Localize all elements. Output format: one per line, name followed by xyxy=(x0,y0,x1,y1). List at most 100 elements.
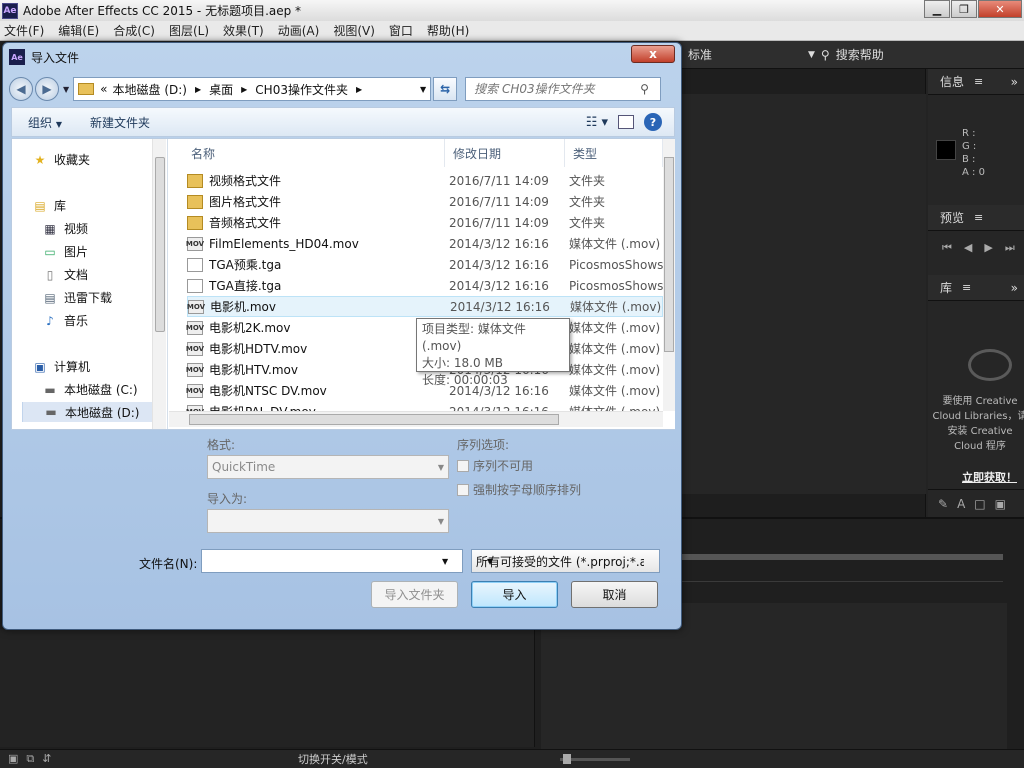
expand-icon[interactable]: » xyxy=(1011,75,1018,89)
preview-pane-icon[interactable] xyxy=(618,115,634,129)
keyframe-icon[interactable]: ⇵ xyxy=(42,752,51,766)
search-input[interactable] xyxy=(474,82,641,96)
next-frame-icon[interactable]: ⏭ xyxy=(1005,241,1015,255)
chevron-right-icon[interactable]: ▶ xyxy=(195,85,201,94)
file-row[interactable]: MOV FilmElements_HD04.mov 2014/3/12 16:16 媒… xyxy=(186,233,663,254)
checkbox-box[interactable] xyxy=(457,483,469,496)
preview-panel-header[interactable]: 预览 ≡ xyxy=(928,205,1024,231)
file-list-hscroll-thumb[interactable] xyxy=(189,414,559,425)
dialog-titlebar[interactable]: Ae 导入文件 x xyxy=(3,43,681,71)
search-icon[interactable]: ⚲ xyxy=(821,48,830,62)
chevron-down-icon[interactable]: ▼ xyxy=(420,85,426,94)
stock-icon[interactable]: ▣ xyxy=(995,497,1006,511)
address-bar[interactable]: « 本地磁盘 (D:) ▶ 桌面 ▶ CH03操作文件夹 ▶ ▼ xyxy=(73,77,432,101)
menu-animation[interactable]: 动画(A) xyxy=(278,22,320,39)
zoom-slider[interactable] xyxy=(560,754,630,764)
brush-icon[interactable]: ✎ xyxy=(938,497,948,511)
nav-item-libraries[interactable]: ▤ 库 xyxy=(32,197,66,214)
nav-item-thunder-downloads[interactable]: ▤ 迅雷下载 xyxy=(42,289,112,306)
close-icon[interactable]: x xyxy=(631,45,675,63)
transfer-icon[interactable]: ⧉ xyxy=(26,752,34,766)
refresh-icon[interactable]: ⇆ xyxy=(433,77,458,101)
panel-menu-icon[interactable]: ≡ xyxy=(962,281,971,294)
nav-item-favorites[interactable]: ★ 收藏夹 xyxy=(32,151,90,168)
chevron-right-icon[interactable]: ▶ xyxy=(356,85,362,94)
file-row[interactable]: TGA直接.tga 2014/3/12 16:16 PicosmosShows xyxy=(187,275,663,296)
search-help-field[interactable]: 搜索帮助 xyxy=(836,46,884,63)
workspace-selector[interactable]: 标准 xyxy=(688,46,808,63)
file-row[interactable]: 视频格式文件 2016/7/11 14:09 文件夹 xyxy=(187,170,663,191)
menu-effect[interactable]: 效果(T) xyxy=(223,22,264,39)
checkbox-box[interactable] xyxy=(457,459,469,472)
format-select[interactable]: QuickTime ▼ xyxy=(207,455,449,479)
library-panel-header[interactable]: 库 ≡ » xyxy=(928,275,1024,301)
column-header-date[interactable]: 修改日期 xyxy=(445,139,565,167)
nav-item-videos[interactable]: ▦ 视频 xyxy=(42,220,88,237)
nav-scroll-thumb[interactable] xyxy=(155,157,165,332)
chevron-right-icon[interactable]: ▶ xyxy=(241,85,247,94)
address-segment-desktop[interactable]: 桌面 xyxy=(209,81,233,98)
menu-help[interactable]: 帮助(H) xyxy=(427,22,469,39)
chevron-down-icon[interactable]: ▼ xyxy=(442,557,448,566)
file-row[interactable]: MOV 电影机.mov 2014/3/12 16:16 媒体文件 (.mov) xyxy=(187,296,663,317)
time-ruler[interactable] xyxy=(681,574,1003,582)
forward-icon[interactable]: ▶ xyxy=(35,77,59,101)
menu-composition[interactable]: 合成(C) xyxy=(113,22,155,39)
layer-switch-icon[interactable]: ▣ xyxy=(8,752,18,766)
file-row[interactable]: TGA预乘.tga 2014/3/12 16:16 PicosmosShows xyxy=(187,254,663,275)
nav-scrollbar[interactable] xyxy=(152,139,166,429)
prev-frame-icon[interactable]: ◀ xyxy=(964,241,972,255)
search-icon[interactable]: ⚲ xyxy=(640,82,649,96)
nav-item-music[interactable]: ♪ 音乐 xyxy=(42,312,88,329)
cancel-button[interactable]: 取消 xyxy=(571,581,658,608)
first-frame-icon[interactable]: ⏮ xyxy=(942,241,952,255)
play-icon[interactable]: ▶ xyxy=(984,241,992,255)
view-options-icon[interactable]: ☷ ▾ xyxy=(586,115,608,130)
new-folder-button[interactable]: 新建文件夹 xyxy=(90,114,150,131)
menu-view[interactable]: 视图(V) xyxy=(333,22,375,39)
import-button[interactable]: 导入 xyxy=(471,581,558,608)
nav-item-pictures[interactable]: ▭ 图片 xyxy=(42,243,88,260)
chevron-down-icon[interactable]: ▼ xyxy=(808,50,815,60)
column-header-name[interactable]: 名称 xyxy=(183,139,445,167)
file-row[interactable]: 图片格式文件 2016/7/11 14:09 文件夹 xyxy=(187,191,663,212)
text-icon[interactable]: A xyxy=(957,497,965,511)
timeline-work-area[interactable] xyxy=(681,554,1003,560)
sequence-checkbox[interactable]: 序列不可用 xyxy=(457,457,533,474)
address-segment-folder[interactable]: CH03操作文件夹 xyxy=(255,81,348,98)
address-overflow[interactable]: « xyxy=(100,82,107,96)
file-type-filter[interactable]: 所有可接受的文件 (*.prproj;*.aep) ▼ xyxy=(471,549,660,573)
help-icon[interactable]: ? xyxy=(644,113,662,131)
nav-item-drive-d[interactable]: ▬ 本地磁盘 (D:) xyxy=(22,402,152,422)
expand-icon[interactable]: » xyxy=(1011,281,1018,295)
filename-combobox[interactable]: ▼ xyxy=(201,549,463,573)
close-window-icon[interactable]: ✕ xyxy=(978,0,1022,18)
menu-file[interactable]: 文件(F) xyxy=(4,22,44,39)
file-list-vscroll-thumb[interactable] xyxy=(664,157,674,352)
info-panel-header[interactable]: 信息 ≡ » xyxy=(928,69,1024,95)
import-folder-button[interactable]: 导入文件夹 xyxy=(371,581,458,608)
minimize-icon[interactable]: ▁ xyxy=(924,0,950,18)
panel-menu-icon[interactable]: ≡ xyxy=(974,75,983,88)
file-list-vscrollbar[interactable] xyxy=(663,139,675,411)
nav-item-computer[interactable]: ▣ 计算机 xyxy=(32,358,90,375)
square-icon[interactable]: □ xyxy=(974,497,985,511)
filename-input[interactable] xyxy=(206,554,442,568)
import-as-select[interactable]: ▼ xyxy=(207,509,449,533)
restore-icon[interactable]: ❐ xyxy=(951,0,977,18)
file-row[interactable]: 音频格式文件 2016/7/11 14:09 文件夹 xyxy=(187,212,663,233)
search-box[interactable]: ⚲ xyxy=(465,77,662,101)
column-header-type[interactable]: 类型 xyxy=(565,139,663,167)
menu-edit[interactable]: 编辑(E) xyxy=(58,22,99,39)
panel-menu-icon[interactable]: ≡ xyxy=(974,211,983,224)
get-it-now-link[interactable]: 立即获取！ xyxy=(962,469,1017,485)
file-list-hscrollbar[interactable] xyxy=(169,411,663,427)
zoom-slider-knob[interactable] xyxy=(563,754,571,764)
nav-item-drive-c[interactable]: ▬ 本地磁盘 (C:) xyxy=(42,381,137,398)
toggle-switches-modes[interactable]: 切换开关/模式 xyxy=(298,751,368,767)
recent-locations-icon[interactable]: ▼ xyxy=(63,85,69,94)
back-icon[interactable]: ◀ xyxy=(9,77,33,101)
address-segment-drive[interactable]: 本地磁盘 (D:) xyxy=(113,81,187,98)
organize-button[interactable]: 组织 ▼ xyxy=(28,114,62,131)
force-alphabetical-checkbox[interactable]: 强制按字母顺序排列 xyxy=(457,481,581,498)
